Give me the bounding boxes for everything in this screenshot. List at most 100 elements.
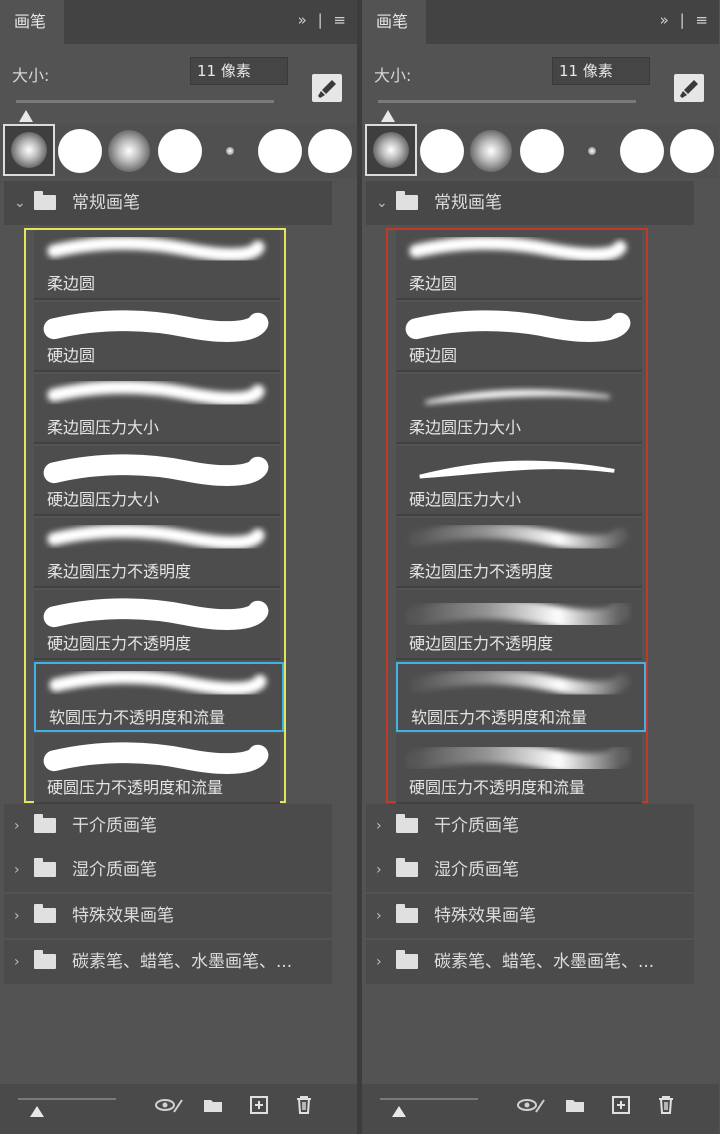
preview-size-slider-thumb[interactable]	[30, 1106, 44, 1117]
preview-size-slider-thumb[interactable]	[392, 1106, 406, 1117]
brush-stroke-preview	[405, 598, 631, 630]
brushes-panel-right: 画笔 » | ≡ 大小: 11 像素 ⌄ 常规画笔 柔边圆 硬边圆 柔边圆压力大…	[362, 0, 719, 1134]
group-special-effects[interactable]: › 特殊效果画笔	[366, 894, 694, 938]
folder-icon[interactable]	[564, 1094, 586, 1116]
group-label: 干介质画笔	[434, 816, 519, 836]
brush-preset-item[interactable]: 软圆压力不透明度和流量	[396, 662, 646, 732]
brush-preset-item[interactable]: 硬边圆	[34, 302, 280, 372]
brush-preset-item[interactable]: 硬边圆压力大小	[396, 446, 642, 516]
chevron-right-icon[interactable]: ›	[14, 804, 20, 848]
brush-preset-item[interactable]: 柔边圆压力大小	[34, 374, 280, 444]
group-charcoal-crayon-ink[interactable]: › 碳素笔、蜡笔、水墨画笔、...	[4, 940, 332, 984]
brush-stroke-preview	[405, 742, 631, 774]
group-label: 特殊效果画笔	[434, 906, 536, 926]
preview-size-slider-track[interactable]	[18, 1098, 116, 1100]
group-general-brushes[interactable]: ⌄ 常规画笔	[366, 181, 694, 225]
brush-preset-item[interactable]: 软圆压力不透明度和流量	[34, 662, 284, 732]
group-dry-media[interactable]: › 干介质画笔	[366, 804, 694, 848]
brush-preset-item[interactable]: 硬边圆压力大小	[34, 446, 280, 516]
brush-stroke-preview	[409, 236, 627, 262]
chevron-right-icon[interactable]: ›	[14, 848, 20, 892]
brush-preset-item[interactable]: 硬边圆	[396, 302, 642, 372]
preset-hard-round[interactable]	[620, 129, 664, 173]
size-slider-track[interactable]	[378, 100, 636, 103]
preset-hard-round[interactable]	[158, 129, 202, 173]
trash-icon[interactable]	[293, 1094, 315, 1116]
group-charcoal-crayon-ink[interactable]: › 碳素笔、蜡笔、水墨画笔、...	[366, 940, 694, 984]
group-general-brushes[interactable]: ⌄ 常规画笔	[4, 181, 332, 225]
visibility-icon[interactable]	[516, 1094, 545, 1116]
brush-preset-label: 硬圆压力不透明度和流量	[47, 778, 224, 797]
size-slider-thumb[interactable]	[381, 110, 395, 122]
brush-stroke-preview	[405, 310, 631, 342]
visibility-icon[interactable]	[154, 1094, 183, 1116]
new-brush-icon[interactable]	[610, 1094, 632, 1116]
brush-settings-icon[interactable]	[674, 74, 704, 102]
preset-hard-round[interactable]	[520, 129, 564, 173]
group-label: 干介质画笔	[72, 816, 157, 836]
preset-small-dot[interactable]	[226, 147, 234, 155]
recent-brush-presets	[0, 124, 357, 178]
tab-brushes[interactable]: 画笔	[0, 0, 64, 44]
size-input[interactable]: 11 像素	[190, 57, 288, 85]
brush-stroke-preview	[419, 460, 615, 479]
preset-hard-round[interactable]	[308, 129, 352, 173]
preset-soft-round-selected[interactable]	[3, 124, 55, 176]
brush-preset-item[interactable]: 柔边圆压力不透明度	[34, 518, 280, 588]
brush-preset-item[interactable]: 柔边圆	[34, 230, 280, 300]
brush-preset-label: 硬圆压力不透明度和流量	[409, 778, 586, 797]
preview-size-slider-track[interactable]	[380, 1098, 478, 1100]
brush-preset-item[interactable]: 柔边圆压力不透明度	[396, 518, 642, 588]
preset-small-dot[interactable]	[588, 147, 596, 155]
size-slider-track[interactable]	[16, 100, 274, 103]
brush-preset-item[interactable]: 硬边圆压力不透明度	[396, 590, 642, 660]
group-dry-media[interactable]: › 干介质画笔	[4, 804, 332, 848]
brush-preset-item[interactable]: 硬边圆压力不透明度	[34, 590, 280, 660]
brush-list-frame: 柔边圆 硬边圆 柔边圆压力大小 硬边圆压力大小 柔边圆压力不透明度 硬边圆压力不…	[24, 228, 286, 804]
folder-icon[interactable]	[202, 1094, 224, 1116]
preset-hard-round[interactable]	[420, 129, 464, 173]
group-label: 特殊效果画笔	[72, 906, 174, 926]
preset-soft-round[interactable]	[108, 130, 150, 172]
folder-icon	[34, 814, 56, 833]
group-label: 湿介质画笔	[72, 860, 157, 880]
group-wet-media[interactable]: › 湿介质画笔	[366, 848, 694, 892]
brush-stroke-preview	[47, 524, 265, 550]
size-input[interactable]: 11 像素	[552, 57, 650, 85]
folder-icon	[34, 904, 56, 923]
brush-preset-item[interactable]: 柔边圆压力大小	[396, 374, 642, 444]
group-wet-media[interactable]: › 湿介质画笔	[4, 848, 332, 892]
preset-hard-round[interactable]	[670, 129, 714, 173]
trash-icon[interactable]	[655, 1094, 677, 1116]
chevron-right-icon[interactable]: ›	[376, 894, 382, 938]
group-special-effects[interactable]: › 特殊效果画笔	[4, 894, 332, 938]
panel-menu-icon[interactable]: » | ≡	[298, 11, 349, 29]
tab-brushes[interactable]: 画笔	[362, 0, 426, 44]
preset-hard-round[interactable]	[258, 129, 302, 173]
preset-hard-round[interactable]	[58, 129, 102, 173]
chevron-down-icon[interactable]: ⌄	[14, 181, 26, 225]
brush-preset-item[interactable]: 硬圆压力不透明度和流量	[34, 734, 280, 804]
chevron-right-icon[interactable]: ›	[376, 804, 382, 848]
preset-soft-round[interactable]	[470, 130, 512, 172]
chevron-down-icon[interactable]: ⌄	[376, 181, 388, 225]
folder-icon	[396, 191, 418, 210]
brush-preset-item[interactable]: 硬圆压力不透明度和流量	[396, 734, 642, 804]
panel-menu-icon[interactable]: » | ≡	[660, 11, 711, 29]
panel-footer	[0, 1084, 357, 1134]
chevron-right-icon[interactable]: ›	[376, 848, 382, 892]
preset-soft-round-selected[interactable]	[365, 124, 417, 176]
brush-settings-icon[interactable]	[312, 74, 342, 102]
group-label: 常规画笔	[434, 193, 502, 213]
size-slider-thumb[interactable]	[19, 110, 33, 122]
brush-preset-label: 硬边圆	[409, 346, 458, 365]
brush-stroke-preview	[47, 236, 265, 262]
chevron-right-icon[interactable]: ›	[14, 940, 20, 984]
chevron-right-icon[interactable]: ›	[14, 894, 20, 938]
group-label: 湿介质画笔	[434, 860, 519, 880]
new-brush-icon[interactable]	[248, 1094, 270, 1116]
brush-preset-label: 柔边圆压力不透明度	[47, 562, 192, 581]
brush-preset-item[interactable]: 柔边圆	[396, 230, 642, 300]
chevron-right-icon[interactable]: ›	[376, 940, 382, 984]
brush-stroke-preview	[43, 454, 269, 486]
